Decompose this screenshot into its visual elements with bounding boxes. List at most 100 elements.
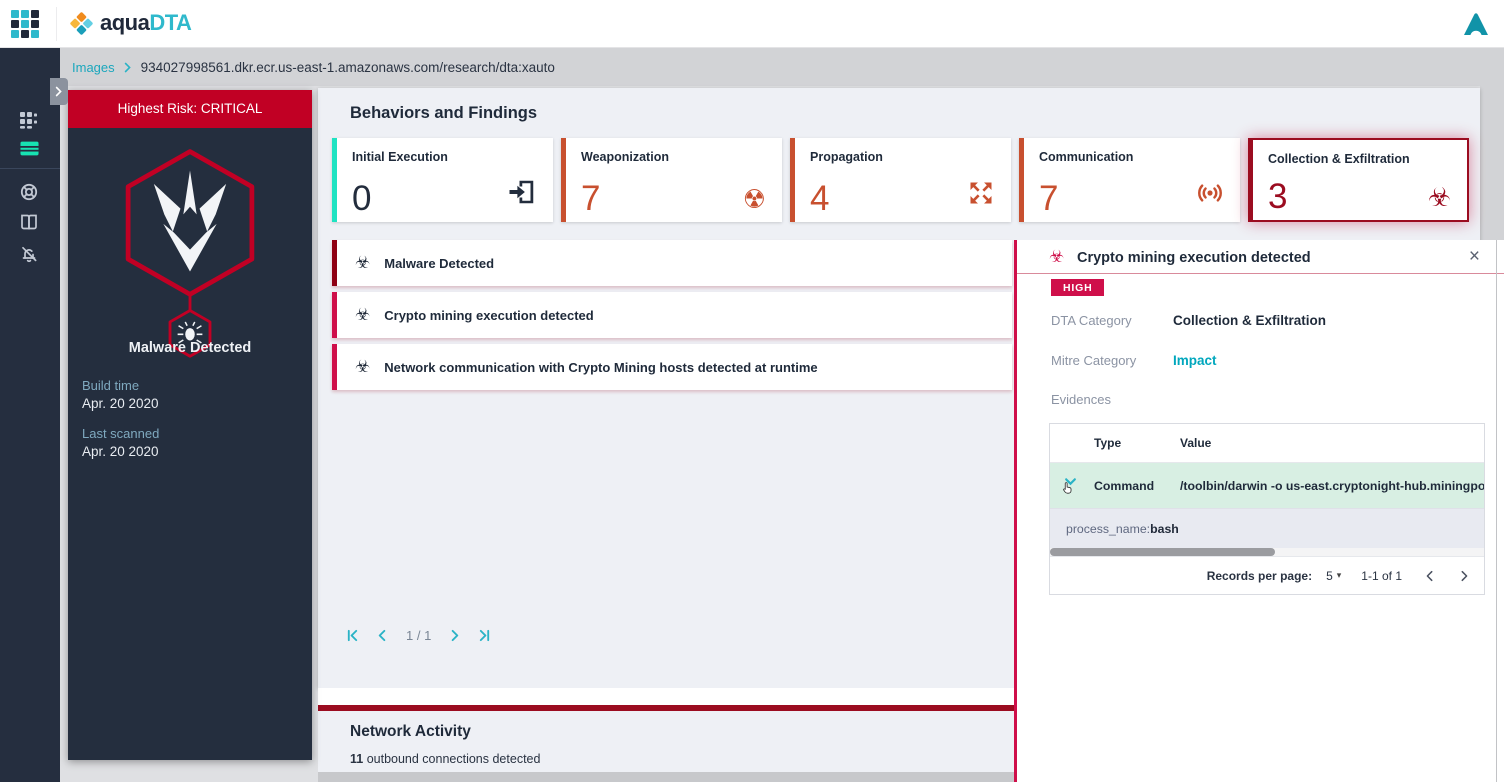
first-page-button[interactable]	[346, 629, 359, 642]
card-value: 0	[352, 179, 372, 218]
dashboard-icon	[20, 112, 37, 129]
sidebar-item-help[interactable]	[19, 182, 41, 204]
column-value: Value	[1180, 436, 1212, 450]
card-propagation[interactable]: Propagation 4	[790, 138, 1011, 222]
table-scrollbar-track	[1050, 548, 1484, 556]
table-prev-button[interactable]	[1424, 570, 1436, 582]
records-range: 1-1 of 1	[1361, 568, 1402, 583]
page-indicator: 1 / 1	[406, 628, 432, 643]
bell-slash-icon	[22, 246, 37, 263]
radiation-icon: ☢	[742, 184, 766, 214]
card-label: Weaponization	[581, 150, 669, 164]
sidebar-item-notifications[interactable]	[19, 244, 41, 266]
broadcast-icon	[1196, 179, 1224, 212]
behavior-cards: Initial Execution 0 Weaponization 7 ☢ Pr…	[332, 138, 1469, 222]
images-scanner-icon	[20, 141, 39, 156]
finding-label: Crypto mining execution detected	[384, 307, 594, 323]
sidebar-item-images[interactable]	[19, 138, 41, 160]
mouse-cursor-icon	[1060, 481, 1075, 501]
dta-category-value: Collection & Exfiltration	[1173, 313, 1327, 328]
risk-meta: Build time Apr. 20 2020 Last scanned Apr…	[82, 378, 159, 474]
finding-row-malware-detected[interactable]: ☣ Malware Detected	[332, 240, 1012, 286]
app-grid-icon[interactable]	[11, 10, 43, 40]
table-next-button[interactable]	[1458, 570, 1470, 582]
chevron-right-icon	[55, 86, 62, 97]
finding-label: Malware Detected	[384, 255, 495, 271]
risk-label: Malware Detected	[128, 340, 252, 356]
card-label: Initial Execution	[352, 150, 448, 164]
card-collection-exfiltration[interactable]: Collection & Exfiltration 3 ☣	[1248, 138, 1469, 222]
evidence-row-command[interactable]: Command /toolbin/darwin -o us-east.crypt…	[1050, 463, 1484, 508]
build-time-label: Build time	[82, 378, 140, 393]
biohazard-icon: ☣	[355, 357, 371, 376]
column-type: Type	[1094, 436, 1122, 450]
records-per-page-label: Records per page:	[1206, 568, 1313, 583]
connection-count: 11	[350, 752, 364, 766]
card-communication[interactable]: Communication 7	[1019, 138, 1240, 222]
sidebar-item-dashboard[interactable]	[19, 110, 41, 132]
biohazard-icon: ☣	[1049, 247, 1065, 266]
panel-right-border	[1496, 240, 1497, 782]
breadcrumb-chevron-icon	[124, 62, 132, 73]
mitre-category-label: Mitre Category	[1051, 353, 1137, 368]
biohazard-icon: ☣	[355, 305, 371, 324]
book-icon	[21, 214, 37, 230]
finding-label: Network communication with Crypto Mining…	[384, 359, 818, 375]
network-activity-title: Network Activity	[350, 723, 471, 740]
dta-category-label: DTA Category	[1051, 313, 1132, 328]
card-label: Collection & Exfiltration	[1268, 152, 1410, 166]
process-name-key: process_name	[1066, 521, 1147, 536]
evidences-table: Type Value Command /toolbin/darwin -o us…	[1049, 423, 1485, 595]
table-footer: Records per page: 5 ▾ 1-1 of 1	[1050, 556, 1484, 594]
card-value: 7	[1039, 179, 1059, 218]
card-initial-execution[interactable]: Initial Execution 0	[332, 138, 553, 222]
records-per-page-select[interactable]: 5	[1326, 569, 1333, 583]
network-activity-section: Network Activity 11 outbound connections…	[318, 705, 1014, 772]
top-bar: aquaDTA	[0, 0, 1504, 48]
evidence-value: /toolbin/darwin -o us-east.cryptonight-h…	[1180, 478, 1484, 493]
table-scrollbar-thumb[interactable]	[1050, 548, 1275, 556]
horizontal-scrollbar[interactable]	[318, 772, 1014, 782]
detail-header: ☣ Crypto mining execution detected ×	[1017, 240, 1504, 274]
build-time-value: Apr. 20 2020	[82, 396, 159, 411]
findings-list: ☣ Malware Detected ☣ Crypto mining execu…	[332, 240, 1012, 396]
breadcrumb-link-images[interactable]: Images	[72, 60, 115, 75]
card-weaponization[interactable]: Weaponization 7 ☢	[561, 138, 782, 222]
card-value: 7	[581, 179, 601, 218]
sidebar-expand-button[interactable]	[50, 78, 68, 105]
previous-page-button[interactable]	[376, 629, 389, 642]
biohazard-icon: ☣	[355, 253, 371, 272]
findings-pagination: 1 / 1	[346, 628, 491, 643]
finding-detail-panel: ☣ Crypto mining execution detected × HIG…	[1014, 240, 1504, 782]
mitre-category-link[interactable]: Impact	[1173, 353, 1217, 368]
card-label: Communication	[1039, 150, 1134, 164]
aqua-logo-icon	[70, 11, 93, 35]
user-avatar[interactable]	[1462, 10, 1490, 38]
brand-logo: aquaDTA	[70, 10, 192, 36]
last-scanned-value: Apr. 20 2020	[82, 444, 159, 459]
section-gap	[318, 688, 1014, 705]
app-window: aquaDTA Images 934027998561.dkr.ecr.us-e…	[0, 0, 1504, 782]
finding-row-network-communication[interactable]: ☣ Network communication with Crypto Mini…	[332, 344, 1012, 390]
avatar-a-icon	[1464, 13, 1488, 35]
card-value: 3	[1268, 177, 1288, 216]
last-page-button[interactable]	[478, 629, 491, 642]
caret-down-icon[interactable]: ▾	[1337, 570, 1342, 581]
sidebar-divider	[0, 168, 60, 169]
brand-name: aquaDTA	[100, 10, 192, 35]
behaviors-title: Behaviors and Findings	[350, 104, 538, 122]
mitre-category-field: Mitre Category Impact	[1051, 353, 1217, 368]
close-icon[interactable]: ×	[1469, 246, 1480, 268]
next-page-button[interactable]	[448, 629, 461, 642]
finding-row-crypto-mining[interactable]: ☣ Crypto mining execution detected	[332, 292, 1012, 338]
card-value: 4	[810, 179, 830, 218]
evidence-expanded-row: process_name : bash	[1050, 508, 1484, 548]
breadcrumb: Images 934027998561.dkr.ecr.us-east-1.am…	[60, 48, 1504, 86]
card-label: Propagation	[810, 150, 883, 164]
sidebar	[0, 48, 68, 782]
sidebar-item-documentation[interactable]	[19, 212, 41, 234]
life-ring-icon	[20, 183, 38, 201]
risk-panel: Highest Risk: CRITICAL Malware Detected …	[68, 90, 312, 760]
process-name-value: bash	[1150, 521, 1179, 536]
risk-header: Highest Risk: CRITICAL	[68, 90, 312, 128]
